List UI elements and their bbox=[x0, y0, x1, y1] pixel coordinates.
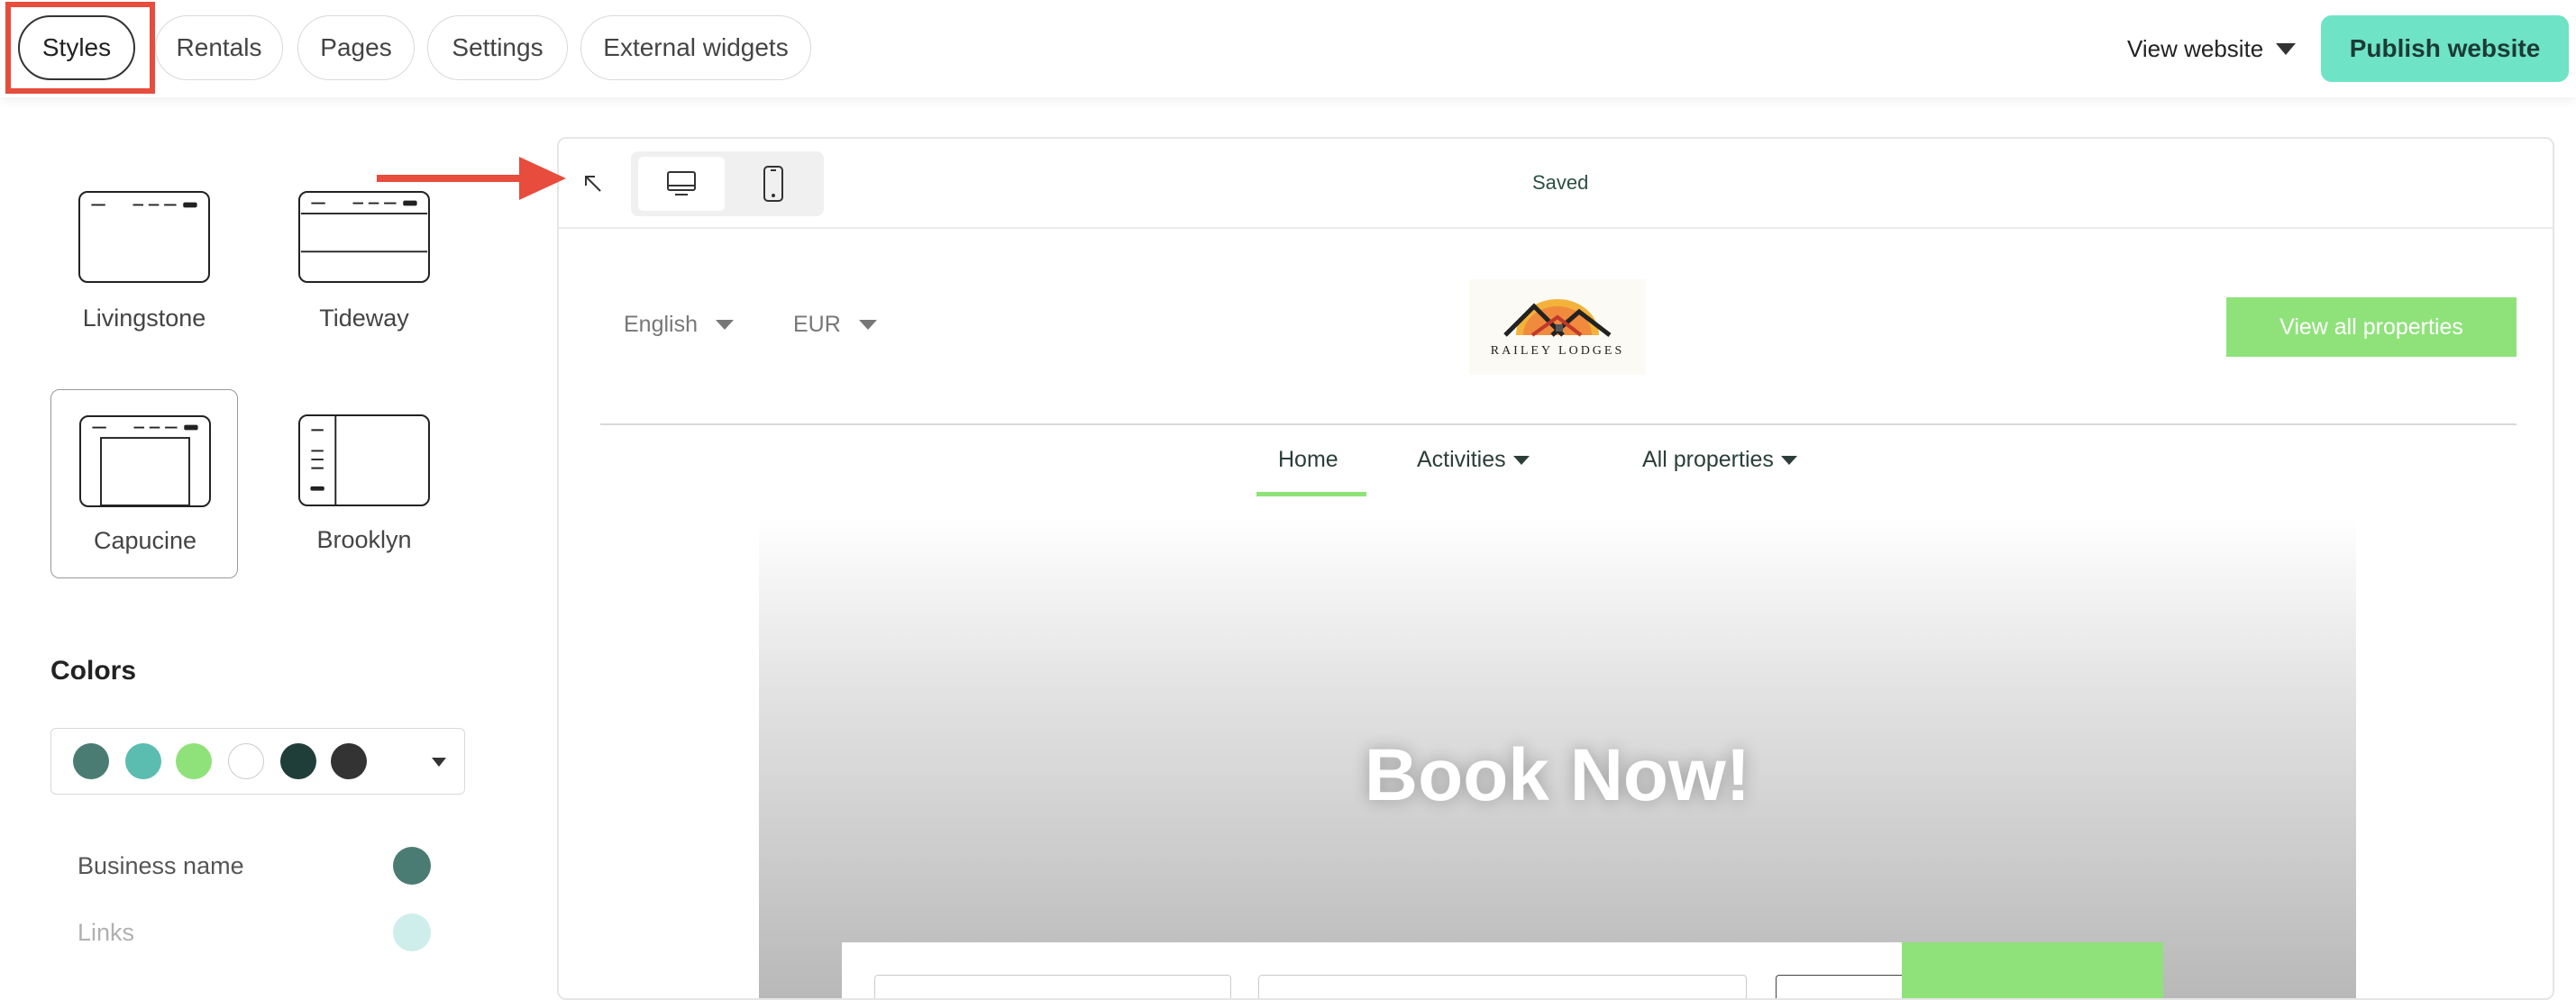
top-bar: Styles Rentals Pages Settings External w… bbox=[0, 0, 2576, 97]
save-status: Saved bbox=[1532, 171, 1589, 194]
tab-pages[interactable]: Pages bbox=[297, 15, 415, 80]
currency-label: EUR bbox=[793, 312, 841, 337]
view-website-dropdown[interactable]: View website bbox=[2127, 27, 2297, 70]
theme-card-tideway[interactable]: Tideway bbox=[270, 191, 458, 380]
nav-item-all-properties[interactable]: All properties bbox=[1642, 447, 1797, 473]
theme-label-brooklyn: Brooklyn bbox=[316, 526, 412, 553]
theme-card-brooklyn[interactable]: Brooklyn bbox=[270, 389, 458, 578]
language-label: English bbox=[624, 312, 698, 337]
palette-swatch bbox=[228, 743, 264, 779]
nav-item-label: All properties bbox=[1642, 447, 1774, 472]
view-all-properties-button[interactable]: View all properties bbox=[2226, 297, 2517, 357]
red-arrow-annotation-icon bbox=[377, 157, 566, 200]
palette-swatch bbox=[125, 743, 161, 779]
device-toggle bbox=[631, 151, 824, 216]
tab-rentals[interactable]: Rentals bbox=[155, 15, 283, 80]
highlight-annotation-box bbox=[5, 2, 155, 94]
active-nav-indicator bbox=[1256, 492, 1366, 496]
logo-text: RAILEY LODGES bbox=[1490, 344, 1625, 358]
tab-external-widgets[interactable]: External widgets bbox=[580, 15, 811, 80]
desktop-icon bbox=[667, 171, 696, 195]
colors-section-title: Colors bbox=[50, 656, 137, 686]
palette-swatch bbox=[280, 743, 316, 779]
hero-section: Book Now! bbox=[759, 517, 2356, 998]
theme-label-capucine: Capucine bbox=[93, 527, 197, 554]
chevron-down-icon bbox=[858, 320, 877, 330]
preview-toolbar: Saved bbox=[559, 139, 2553, 229]
search-button[interactable] bbox=[1902, 942, 2163, 998]
links-color-dot[interactable] bbox=[393, 914, 431, 951]
language-selector[interactable]: English bbox=[624, 312, 734, 338]
theme-brooklyn-thumbnail-icon bbox=[298, 414, 430, 506]
theme-livingstone-thumbnail-icon bbox=[78, 191, 210, 283]
collapse-arrow-icon[interactable] bbox=[582, 173, 604, 195]
nav-item-label: Home bbox=[1278, 447, 1338, 472]
color-row-label: Links bbox=[78, 919, 135, 946]
search-field[interactable] bbox=[1258, 975, 1747, 998]
theme-label-tideway: Tideway bbox=[319, 305, 409, 332]
theme-label-livingstone: Livingstone bbox=[82, 305, 206, 332]
publish-website-button[interactable]: Publish website bbox=[2321, 15, 2569, 82]
theme-card-livingstone[interactable]: Livingstone bbox=[50, 191, 238, 380]
desktop-view-button[interactable] bbox=[638, 157, 725, 211]
palette-swatch bbox=[73, 743, 109, 779]
styles-sidebar: Livingstone Tideway Capucine Brooklyn Co… bbox=[0, 97, 505, 1000]
search-field[interactable] bbox=[874, 975, 1231, 998]
mobile-view-button[interactable] bbox=[730, 157, 817, 211]
chevron-down-icon bbox=[2276, 42, 2297, 55]
theme-card-capucine[interactable]: Capucine bbox=[50, 389, 238, 578]
tab-settings[interactable]: Settings bbox=[427, 15, 568, 80]
color-row-label: Business name bbox=[78, 852, 244, 879]
view-website-label: View website bbox=[2127, 34, 2264, 62]
chevron-down-icon bbox=[432, 758, 446, 767]
palette-swatch bbox=[331, 743, 367, 779]
color-palette-selector[interactable] bbox=[50, 728, 465, 795]
nav-item-home[interactable]: Home bbox=[1278, 447, 1338, 473]
website-preview: Saved English EUR RAILEY LODGES View all… bbox=[557, 137, 2554, 1000]
chevron-down-icon bbox=[716, 320, 734, 330]
business-name-color-dot[interactable] bbox=[393, 847, 431, 885]
chevron-down-icon bbox=[1780, 455, 1797, 465]
logo-houses-icon bbox=[1503, 299, 1612, 337]
mobile-phone-icon bbox=[763, 166, 783, 202]
site-logo[interactable]: RAILEY LODGES bbox=[1469, 279, 1646, 375]
currency-selector[interactable]: EUR bbox=[793, 312, 877, 338]
theme-capucine-thumbnail-icon bbox=[79, 415, 211, 507]
hero-title: Book Now! bbox=[1364, 734, 1751, 816]
nav-item-label: Activities bbox=[1417, 447, 1506, 472]
nav-item-activities[interactable]: Activities bbox=[1417, 447, 1530, 473]
palette-swatch bbox=[176, 743, 212, 779]
header-divider bbox=[600, 423, 2517, 425]
booking-search-panel bbox=[842, 942, 1988, 998]
chevron-down-icon bbox=[1512, 455, 1530, 465]
